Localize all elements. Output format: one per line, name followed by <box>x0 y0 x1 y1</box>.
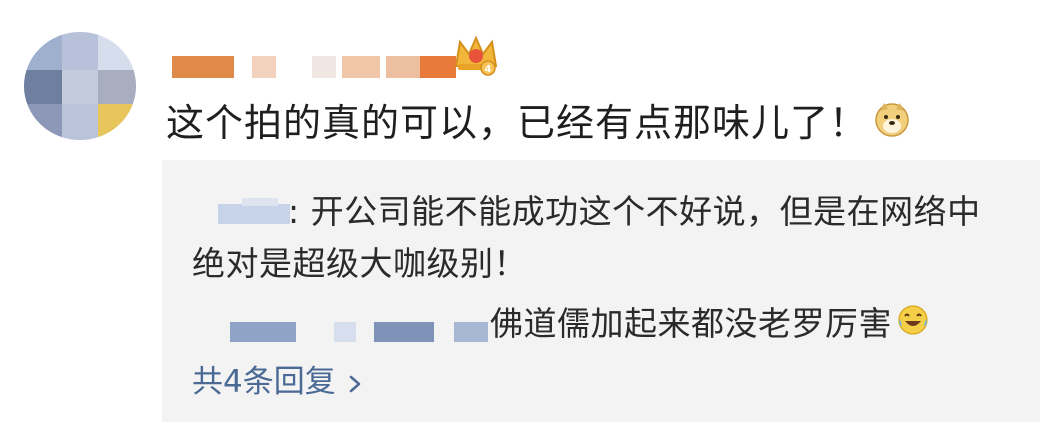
reply-mention-blurred-part <box>454 322 488 342</box>
reply-line-1: : 开公司能不能成功这个不好说，但是在网络中 <box>288 186 981 238</box>
reply-mention-blurred[interactable] <box>374 322 434 342</box>
reply-text: 开公司能不能成功这个不好说，但是在网络中 <box>299 192 981 231</box>
reply-author-blurred-part <box>334 322 356 342</box>
reply-author-blurred[interactable] <box>230 322 296 342</box>
chevron-right-icon <box>348 358 362 410</box>
avatar[interactable] <box>24 32 136 140</box>
reply-container: : 开公司能不能成功这个不好说，但是在网络中 绝对是超级大咖级别！ 佛道儒加起来… <box>162 160 1040 422</box>
crown-badge-icon: 4 <box>452 32 500 76</box>
more-replies-label: 共4条回复 <box>192 364 336 400</box>
svg-text:4: 4 <box>485 64 492 75</box>
reply-text-continued: 绝对是超级大咖级别！ <box>192 244 527 283</box>
reply-separator: : <box>288 192 300 231</box>
reply-author-blurred[interactable] <box>218 204 290 224</box>
comment-body: 这个拍的真的可以，已经有点那味儿了！ <box>166 101 869 145</box>
reply-text: 佛道儒加起来都没老罗厉害 <box>490 304 892 343</box>
username-blurred[interactable] <box>172 56 462 78</box>
reply-author-blurred-part <box>242 198 278 206</box>
reply-2: 佛道儒加起来都没老罗厉害 <box>490 298 930 352</box>
laughing-tears-icon <box>896 300 930 352</box>
comment-text: 这个拍的真的可以，已经有点那味儿了！ <box>166 96 912 153</box>
doge-icon <box>872 99 912 153</box>
reply-line-2: 绝对是超级大咖级别！ <box>192 238 527 290</box>
more-replies-link[interactable]: 共4条回复 <box>192 356 362 410</box>
